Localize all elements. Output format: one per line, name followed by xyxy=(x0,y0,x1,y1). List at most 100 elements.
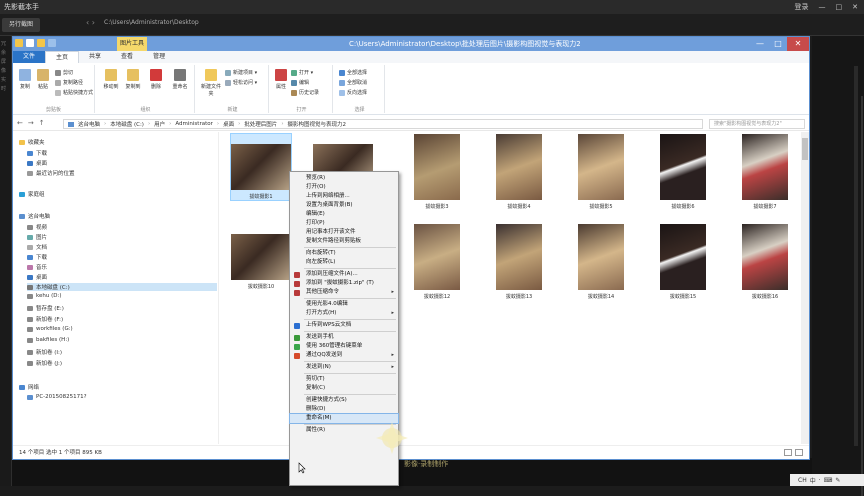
nav-item-drive-h[interactable]: bakfiles (H:) xyxy=(27,337,69,343)
file-item[interactable]: 拔蚊摄影16 xyxy=(735,224,795,300)
properties-button[interactable]: 属性 xyxy=(273,69,289,90)
vertical-scrollbar[interactable] xyxy=(801,132,809,444)
nav-item-desktop[interactable]: 桌面 xyxy=(27,159,47,167)
details-view-icon[interactable] xyxy=(784,449,792,456)
nav-item-drive-i[interactable]: 新加卷 (I:) xyxy=(27,348,62,356)
file-item[interactable]: 拔蚊摄影1 xyxy=(230,133,292,201)
copy-path-button[interactable]: 复制路径 xyxy=(55,79,83,86)
cut-button[interactable]: 剪切 xyxy=(55,69,73,76)
context-menu-item[interactable]: 使用 360管理右键菜单 xyxy=(290,342,398,351)
file-item[interactable]: 拔蚊摄影10 xyxy=(231,224,291,290)
context-menu-item[interactable]: 删除(D) xyxy=(290,405,398,414)
breadcrumb-item[interactable]: 桌面 xyxy=(223,120,234,128)
window-minimize-icon[interactable]: — xyxy=(751,37,769,51)
nav-item-drive-e[interactable]: 暂存盘 (E:) xyxy=(27,304,64,312)
nav-item-downloads[interactable]: 下载 xyxy=(27,149,47,157)
context-menu-item[interactable]: 上传到网络相册... xyxy=(290,192,398,201)
context-menu-item[interactable]: 通过QQ发送到 ▸ xyxy=(290,351,398,360)
tab-view[interactable]: 查看 xyxy=(111,51,143,63)
context-menu-item[interactable]: 发送到(N) ▸ xyxy=(290,363,398,372)
scroll-thumb[interactable] xyxy=(802,138,808,160)
close-icon[interactable]: ✕ xyxy=(852,0,858,14)
select-all-button[interactable]: 全部选择 xyxy=(339,69,367,76)
context-menu-item[interactable]: 复制文件路径到剪贴板 xyxy=(290,237,398,246)
file-item[interactable]: 拔蚊摄影13 xyxy=(489,224,549,300)
new-folder-icon[interactable] xyxy=(37,39,45,47)
folder-icon[interactable] xyxy=(15,39,23,47)
right-scrollbar[interactable] xyxy=(854,66,858,446)
easy-access-button[interactable]: 轻松访问 ▾ xyxy=(225,79,257,86)
context-menu-item[interactable]: 创建快捷方式(S) xyxy=(290,396,398,405)
paste-button[interactable]: 粘贴 xyxy=(35,69,51,90)
breadcrumb-item[interactable]: 本地磁盘 (C:) xyxy=(110,120,144,128)
context-menu-item[interactable]: 打开(O) xyxy=(290,183,398,192)
context-menu-item[interactable]: 剪切(T) xyxy=(290,375,398,384)
nav-item-drive-f[interactable]: 新加卷 (F:) xyxy=(27,315,63,323)
invert-selection-button[interactable]: 反向选择 xyxy=(339,89,367,96)
nav-homegroup[interactable]: 家庭组 xyxy=(19,190,45,198)
context-menu-item[interactable]: 发送到手机 xyxy=(290,333,398,342)
new-item-button[interactable]: 新建项目 ▾ xyxy=(225,69,257,76)
context-menu-item[interactable]: 编辑(E) xyxy=(290,210,398,219)
breadcrumb-item[interactable]: 这台电脑 xyxy=(78,120,100,128)
file-item[interactable]: 拔蚊摄影14 xyxy=(571,224,631,300)
breadcrumb-item[interactable]: 摄影构图视觉与表现力2 xyxy=(288,120,347,128)
nav-item-videos[interactable]: 视频 xyxy=(27,223,47,231)
nav-item-drive-g[interactable]: workfiles (G:) xyxy=(27,326,73,332)
open-button[interactable]: 打开 ▾ xyxy=(291,69,313,76)
window-maximize-icon[interactable]: □ xyxy=(769,37,787,51)
nav-item-desktop-pc[interactable]: 桌面 xyxy=(27,273,47,281)
address-bar[interactable]: 这台电脑 › 本地磁盘 (C:) › 用户 › Administrator › 桌面 › … xyxy=(63,119,703,129)
maximize-icon[interactable]: □ xyxy=(836,0,843,14)
tray-lang[interactable]: CH xyxy=(798,477,807,484)
file-item[interactable]: 拔蚊摄影6 xyxy=(653,134,713,210)
edit-button[interactable]: 编辑 xyxy=(291,79,309,86)
back-icon[interactable]: ‹ › xyxy=(86,18,95,27)
nav-thispc[interactable]: 这台电脑 xyxy=(19,212,50,220)
context-menu-item[interactable]: 添加到压缩文件(A)... xyxy=(290,270,398,279)
tab-home[interactable]: 主页 xyxy=(45,51,80,63)
breadcrumb-item[interactable]: 批处理后图片 xyxy=(244,120,277,128)
tray-ime[interactable]: 中 xyxy=(810,476,816,485)
nav-item-pictures[interactable]: 图片 xyxy=(27,233,47,241)
nav-favorites[interactable]: 收藏夹 xyxy=(19,138,45,146)
context-menu-item[interactable]: 用记事本打开该文件 xyxy=(290,228,398,237)
keyboard-icon[interactable]: ⌨ xyxy=(824,477,833,484)
nav-item-drive-d[interactable]: kehu (D:) xyxy=(27,293,61,299)
rename-button[interactable]: 重命名 xyxy=(169,69,191,90)
copy-button[interactable]: 复制 xyxy=(17,69,33,90)
context-menu-item[interactable]: 使用光影4.0编辑 xyxy=(290,300,398,309)
file-item[interactable]: 拔蚊摄影4 xyxy=(489,134,549,210)
nav-item-drive-c[interactable]: 本地磁盘 (C:) xyxy=(27,283,217,291)
context-menu-item[interactable]: 其他压缩命令 ▸ xyxy=(290,288,398,297)
breadcrumb-item[interactable]: 用户 xyxy=(154,120,165,128)
select-none-button[interactable]: 全部取消 xyxy=(339,79,367,86)
nav-item-downloads-pc[interactable]: 下载 xyxy=(27,253,47,261)
paste-shortcut-button[interactable]: 粘贴快捷方式 xyxy=(55,89,93,96)
capture-button[interactable]: 另行截图 xyxy=(2,18,40,32)
right-scrollbar-2[interactable] xyxy=(861,96,863,496)
breadcrumb-item[interactable]: Administrator xyxy=(175,121,213,127)
tab-file[interactable]: 文件 xyxy=(13,51,46,63)
context-menu-item[interactable]: 向右旋转(T) xyxy=(290,249,398,258)
copy-to-button[interactable]: 复制到 xyxy=(123,69,143,90)
context-menu-item[interactable]: 设置为桌面背景(B) xyxy=(290,201,398,210)
history-button[interactable]: 历史记录 xyxy=(291,89,319,96)
nav-item-drive-j[interactable]: 新加卷 (J:) xyxy=(27,359,62,367)
dropdown-icon[interactable] xyxy=(48,39,56,47)
tab-manage[interactable]: 管理 xyxy=(143,51,175,63)
context-menu-item[interactable]: 上传到WPS云文档 xyxy=(290,321,398,330)
back-arrow-icon[interactable]: ← xyxy=(17,119,23,127)
context-menu-item[interactable]: 复制(C) xyxy=(290,384,398,393)
file-item[interactable]: 拔蚊摄影15 xyxy=(653,224,713,300)
up-arrow-icon[interactable]: ↑ xyxy=(39,119,45,127)
file-item[interactable]: 拔蚊摄影7 xyxy=(735,134,795,210)
tray-dot[interactable]: · xyxy=(819,477,821,484)
minimize-icon[interactable]: — xyxy=(819,0,826,14)
nav-item-documents[interactable]: 文档 xyxy=(27,243,47,251)
login-button[interactable]: 登录 xyxy=(795,0,809,14)
pen-icon[interactable]: ✎ xyxy=(835,477,840,484)
picture-tools-tab[interactable]: 图片工具 xyxy=(117,37,147,51)
search-input[interactable]: 搜索"摄影构图视觉与表现力2" xyxy=(709,119,805,129)
context-menu-item[interactable]: 打印(P) xyxy=(290,219,398,228)
